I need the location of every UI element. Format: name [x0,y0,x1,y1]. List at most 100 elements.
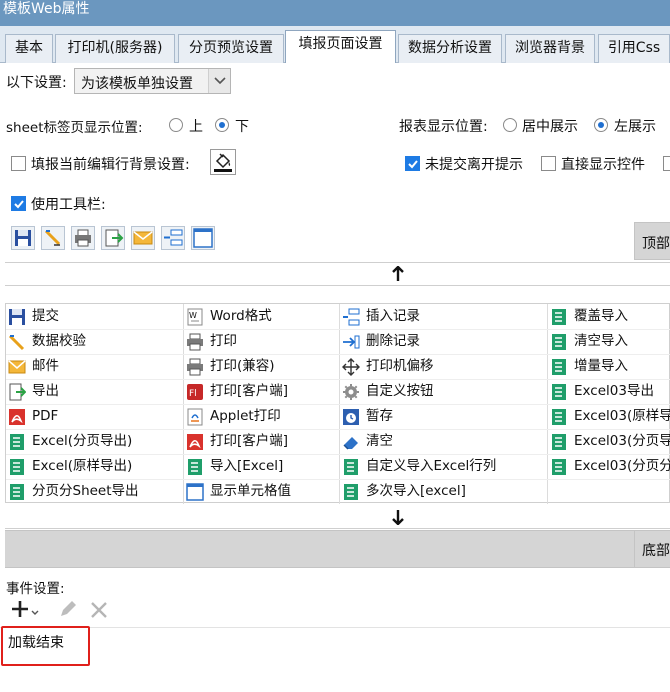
sheet-tab-bottom-radio[interactable] [215,118,229,132]
divider [634,222,635,260]
toolbar-button-option[interactable]: 插入记录 [340,304,546,329]
toolbar-button-option[interactable]: 暂存 [340,404,546,429]
toolbar-button-label: 分页分Sheet导出 [32,483,139,499]
email-icon [8,358,26,376]
unsubmitted-leave-checkbox[interactable] [405,156,420,171]
pdf-icon [186,433,204,451]
tab-basic[interactable]: 基本 [5,34,53,63]
print-icon[interactable] [71,226,95,250]
excel-icon [550,358,568,376]
print-icon [186,333,204,351]
toolbar-button-label: Excel(分页导出) [32,433,133,449]
toolbar-button-option[interactable]: 导入[Excel] [184,454,338,479]
toolbar-button-option[interactable]: Fl 打印[客户端] [184,379,338,404]
extra-option-checkbox[interactable] [663,156,670,171]
toolbar-button-option[interactable]: Excel03(分页导 [548,429,670,454]
verify-icon [8,333,26,351]
toolbar-button-option[interactable]: Excel(分页导出) [6,429,182,454]
toolbar-button-option[interactable]: 打印[客户端] [184,429,338,454]
excel-icon [8,483,26,501]
toolbar-button-option[interactable]: 打印机偏移 [340,354,546,379]
toolbar-button-option[interactable]: Excel03(分页分 [548,454,670,479]
toolbar-button-option[interactable]: 清空导入 [548,329,670,354]
toolbar-button-option[interactable]: 自定义导入Excel行列 [340,454,546,479]
gear-icon [342,383,360,401]
toolbar-button-option[interactable]: 显示单元格值 [184,479,338,504]
toolbar-button-label: 打印 [210,333,237,349]
toolbar-button-label: 数据校验 [32,333,86,349]
toolbar-button-option[interactable]: 数据校验 [6,329,182,354]
save-icon[interactable] [11,226,35,250]
tab-fill-page-settings[interactable]: 填报页面设置 [285,30,396,64]
direct-show-widget-checkbox[interactable] [541,156,556,171]
tab-page-preview[interactable]: 分页预览设置 [178,34,284,63]
settings-scope-select[interactable]: 为该模板单独设置 [74,68,231,94]
toolbar-button-label: 清空导入 [574,333,628,349]
insert-row-icon[interactable] [161,226,185,250]
toolbar-button-option[interactable]: W Word格式 [184,304,338,329]
toolbar-button-option[interactable]: 邮件 [6,354,182,379]
toolbar-button-option[interactable]: 增量导入 [548,354,670,379]
toolbar-button-label: 导入[Excel] [210,458,284,474]
toolbar-button-option[interactable]: Excel(原样导出) [6,454,182,479]
export-icon[interactable] [101,226,125,250]
tab-browser-background[interactable]: 浏览器背景 [505,34,595,63]
paint-bucket-icon[interactable] [210,149,236,175]
toolbar-button-option[interactable]: 导出 [6,379,182,404]
toolbar-button-option[interactable]: 删除记录 [340,329,546,354]
add-event-button[interactable] [11,598,43,620]
toolbar-button-option[interactable]: 打印 [184,329,338,354]
toolbar-button-option[interactable]: 分页分Sheet导出 [6,479,182,504]
toolbar-button-option[interactable]: 打印(兼容) [184,354,338,379]
toolbar-button-option[interactable]: Excel03导出 [548,379,670,404]
toolbar-button-label: 邮件 [32,358,59,374]
highlight-row-checkbox[interactable] [11,156,26,171]
sheet-tab-bottom-label: 下 [235,119,249,135]
excel-icon [550,408,568,426]
report-left-radio[interactable] [594,118,608,132]
arrow-up-icon [392,266,404,281]
tab-data-analysis[interactable]: 数据分析设置 [398,34,502,63]
excel-icon [342,483,360,501]
edit-event-button[interactable] [58,599,78,619]
use-toolbar-checkbox[interactable] [11,196,26,211]
pencil-icon [61,601,76,616]
toolbar-button-option[interactable]: 多次导入[excel] [340,479,546,504]
toolbar-button-option[interactable]: Excel03(原样导 [548,404,670,429]
event-list: 加载结束 [0,626,670,692]
tab-printer-server[interactable]: 打印机(服务器) [55,34,175,63]
window-title-bar: 模板Web属性 [0,0,670,26]
event-item-highlight[interactable]: 加载结束 [1,626,90,666]
toolbar-button-option[interactable]: 覆盖导入 [548,304,670,329]
move-down-bar[interactable] [5,505,670,529]
toolbar-bottom-label: 底部 [642,543,670,559]
excel-icon [550,308,568,326]
tab-css[interactable]: 引用Css [598,34,670,63]
toolbar-button-option[interactable]: 提交 [6,304,182,329]
report-center-radio[interactable] [503,118,517,132]
insert-row-icon [342,308,360,326]
toolbar-button-option[interactable]: 自定义按钮 [340,379,546,404]
sheet-tab-top-radio[interactable] [169,118,183,132]
svg-text:W: W [189,311,197,320]
toolbar-button-label: 打印[客户端] [210,383,289,399]
excel-icon [550,458,568,476]
window-title: 模板Web属性 [3,1,90,17]
eraser-icon [342,433,360,451]
toolbar-button-option[interactable]: Applet打印 [184,404,338,429]
toolbar-button-label: 打印[客户端] [210,433,289,449]
cell-value-icon[interactable] [191,226,215,250]
report-center-label: 居中展示 [522,119,578,135]
email-icon[interactable] [131,226,155,250]
save-icon [8,308,26,326]
toolbar-button-option[interactable]: 清空 [340,429,546,454]
report-position-label: 报表显示位置: [399,119,488,135]
move-up-bar[interactable] [5,262,670,286]
delete-event-button[interactable] [89,600,109,620]
toolbar-button-label: Excel03(分页导 [574,433,670,449]
toolbar-button-option[interactable]: PDF [6,404,182,429]
toolbar-button-label: 提交 [32,308,59,324]
verify-icon[interactable] [41,226,65,250]
delete-row-icon [342,333,360,351]
direct-show-widget-label: 直接显示控件 [561,157,645,173]
